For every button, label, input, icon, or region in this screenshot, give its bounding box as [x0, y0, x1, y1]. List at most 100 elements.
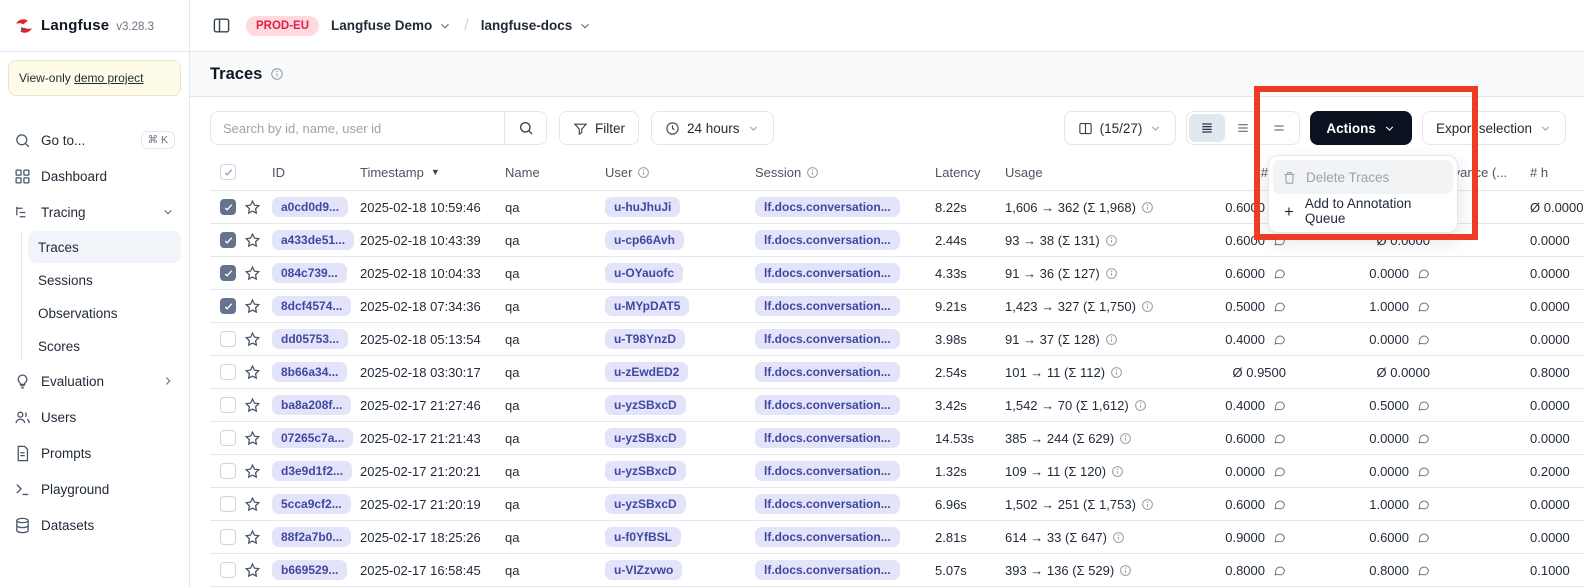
sidebar-item-traces[interactable]: Traces: [28, 231, 181, 263]
bookmark-star-icon[interactable]: [244, 496, 261, 513]
session-badge[interactable]: lf.docs.conversation...: [755, 230, 900, 250]
project-selector[interactable]: langfuse-docs: [481, 18, 593, 33]
user-badge[interactable]: u-OYauofc: [605, 263, 683, 283]
row-height-tall-button[interactable]: [1261, 114, 1297, 142]
page-header: Traces: [190, 52, 1584, 97]
bookmark-star-icon[interactable]: [244, 397, 261, 414]
header-timestamp[interactable]: Timestamp▼: [360, 165, 505, 180]
sidebar-item-datasets[interactable]: Datasets: [8, 507, 181, 543]
user-badge[interactable]: u-yzSBxcD: [605, 461, 686, 481]
row-checkbox[interactable]: [220, 529, 236, 545]
session-badge[interactable]: lf.docs.conversation...: [755, 197, 900, 217]
sidebar-item-sessions[interactable]: Sessions: [28, 264, 181, 296]
trace-id-badge[interactable]: dd05753...: [272, 329, 348, 349]
sidebar-item-tracing[interactable]: Tracing: [8, 194, 181, 230]
trace-id-badge[interactable]: 07265c7a...: [272, 428, 353, 448]
row-checkbox[interactable]: [220, 298, 236, 314]
user-badge[interactable]: u-yzSBxcD: [605, 395, 686, 415]
goto-search[interactable]: Go to... ⌘ K: [8, 122, 181, 158]
row-height-compact-button[interactable]: [1189, 114, 1225, 142]
session-badge[interactable]: lf.docs.conversation...: [755, 263, 900, 283]
trace-id-badge[interactable]: d3e9d1f2...: [272, 461, 352, 481]
row-height-medium-button[interactable]: [1225, 114, 1261, 142]
session-badge[interactable]: lf.docs.conversation...: [755, 428, 900, 448]
bookmark-star-icon[interactable]: [244, 463, 261, 480]
score-2-cell: 0.0000: [1290, 464, 1432, 479]
row-checkbox[interactable]: [220, 430, 236, 446]
user-badge[interactable]: u-yzSBxcD: [605, 428, 686, 448]
session-badge[interactable]: lf.docs.conversation...: [755, 461, 900, 481]
user-badge[interactable]: u-f0YfBSL: [605, 527, 681, 547]
user-badge[interactable]: u-T98YnzD: [605, 329, 685, 349]
count-cell: 0.0000: [1516, 431, 1584, 446]
bookmark-star-icon[interactable]: [244, 331, 261, 348]
session-badge[interactable]: lf.docs.conversation...: [755, 329, 900, 349]
row-checkbox[interactable]: [220, 232, 236, 248]
time-range-button[interactable]: 24 hours: [651, 111, 774, 145]
sidebar-item-label: Scores: [38, 339, 80, 354]
sidebar-item-users[interactable]: Users: [8, 399, 181, 435]
timestamp-cell: 2025-02-17 21:21:43: [360, 431, 505, 446]
user-badge[interactable]: u-MYpDAT5: [605, 296, 689, 316]
sidebar-item-playground[interactable]: Playground: [8, 471, 181, 507]
sidebar-item-evaluation[interactable]: Evaluation: [8, 363, 181, 399]
org-selector[interactable]: Langfuse Demo: [331, 18, 452, 33]
session-badge[interactable]: lf.docs.conversation...: [755, 362, 900, 382]
bookmark-star-icon[interactable]: [244, 232, 261, 249]
search-input[interactable]: [211, 121, 504, 136]
column-visibility-button[interactable]: (15/27): [1064, 111, 1177, 145]
session-badge[interactable]: lf.docs.conversation...: [755, 296, 900, 316]
sidebar-item-scores[interactable]: Scores: [28, 330, 181, 362]
info-icon: [1141, 498, 1154, 511]
session-badge[interactable]: lf.docs.conversation...: [755, 560, 900, 580]
user-badge[interactable]: u-yzSBxcD: [605, 494, 686, 514]
actions-button[interactable]: Actions: [1310, 111, 1412, 145]
trace-id-badge[interactable]: 88f2a7b0...: [272, 527, 351, 547]
bookmark-star-icon[interactable]: [244, 298, 261, 315]
filter-button[interactable]: Filter: [559, 111, 639, 145]
search-submit-button[interactable]: [504, 112, 546, 144]
row-checkbox[interactable]: [220, 562, 236, 578]
menu-item-add-to-annotation-queue[interactable]: Add to Annotation Queue: [1273, 194, 1453, 228]
row-checkbox[interactable]: [220, 463, 236, 479]
row-checkbox[interactable]: [220, 397, 236, 413]
bookmark-star-icon[interactable]: [244, 265, 261, 282]
menu-item-delete-traces[interactable]: Delete Traces: [1273, 160, 1453, 194]
trace-id-badge[interactable]: a0cd0d9...: [272, 197, 348, 217]
row-checkbox[interactable]: [220, 265, 236, 281]
score-2-cell: 0.0000: [1290, 266, 1432, 281]
user-badge[interactable]: u-cp66Avh: [605, 230, 684, 250]
user-badge[interactable]: u-huJhuJi: [605, 197, 680, 217]
row-checkbox[interactable]: [220, 496, 236, 512]
row-checkbox[interactable]: [220, 331, 236, 347]
session-badge[interactable]: lf.docs.conversation...: [755, 494, 900, 514]
user-badge[interactable]: u-zEwdED2: [605, 362, 688, 382]
trace-id-badge[interactable]: 084c739...: [272, 263, 347, 283]
trace-id-badge[interactable]: ba8a208f...: [272, 395, 351, 415]
bookmark-star-icon[interactable]: [244, 199, 261, 216]
demo-project-link[interactable]: demo project: [74, 71, 143, 85]
sidebar-toggle-icon[interactable]: [208, 13, 234, 39]
timestamp-cell: 2025-02-18 05:13:54: [360, 332, 505, 347]
bookmark-star-icon[interactable]: [244, 364, 261, 381]
bookmark-star-icon[interactable]: [244, 529, 261, 546]
table-row: dd05753... 2025-02-18 05:13:54 qa u-T98Y…: [210, 323, 1584, 356]
sidebar-item-observations[interactable]: Observations: [28, 297, 181, 329]
row-checkbox[interactable]: [220, 199, 236, 215]
trace-id-badge[interactable]: 5cca9cf2...: [272, 494, 351, 514]
trace-id-badge[interactable]: b669529...: [272, 560, 347, 580]
trace-id-badge[interactable]: a433de51...: [272, 230, 354, 250]
sidebar-item-dashboard[interactable]: Dashboard: [8, 158, 181, 194]
trace-id-badge[interactable]: 8dcf4574...: [272, 296, 351, 316]
sidebar-item-prompts[interactable]: Prompts: [8, 435, 181, 471]
bookmark-star-icon[interactable]: [244, 562, 261, 579]
row-checkbox[interactable]: [220, 364, 236, 380]
user-badge[interactable]: u-VIZzvwo: [605, 560, 682, 580]
select-all-checkbox[interactable]: [220, 164, 236, 180]
bookmark-star-icon[interactable]: [244, 430, 261, 447]
export-selection-button[interactable]: Export selection: [1422, 111, 1566, 145]
actions-label: Actions: [1326, 121, 1376, 136]
trace-id-badge[interactable]: 8b66a34...: [272, 362, 347, 382]
session-badge[interactable]: lf.docs.conversation...: [755, 395, 900, 415]
session-badge[interactable]: lf.docs.conversation...: [755, 527, 900, 547]
